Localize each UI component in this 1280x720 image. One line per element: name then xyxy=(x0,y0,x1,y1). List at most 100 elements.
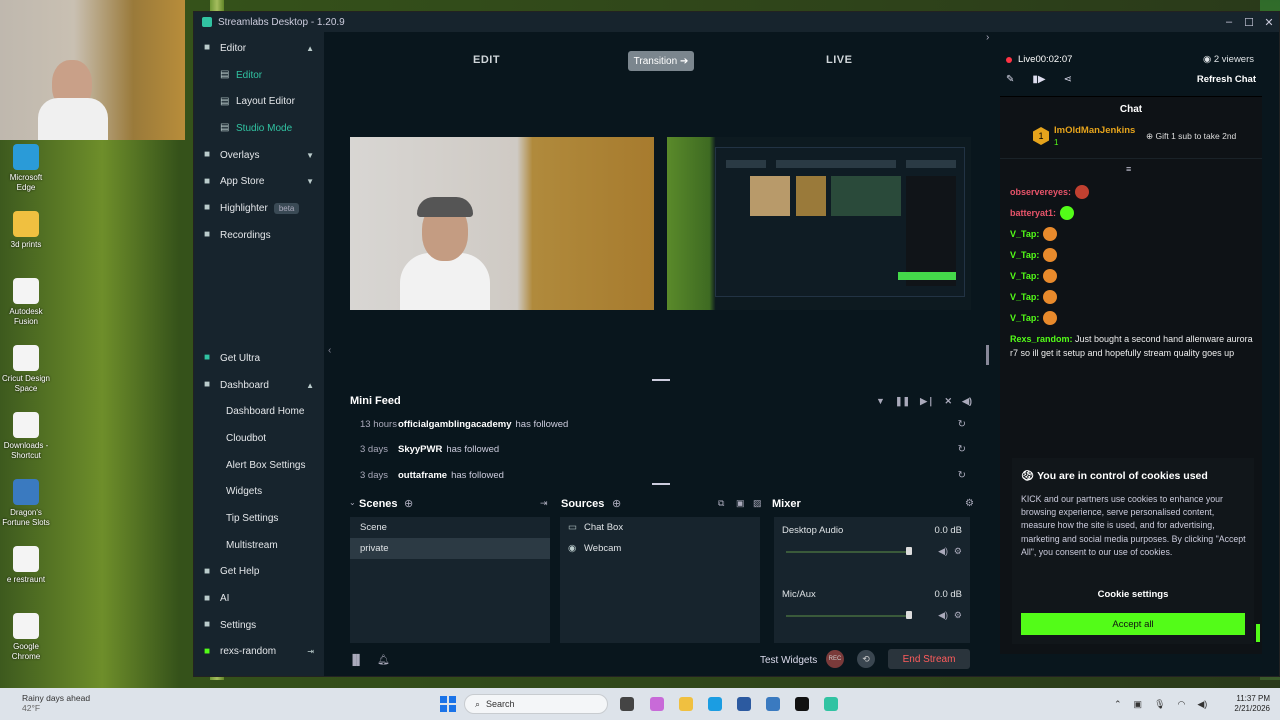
desktop-icon[interactable]: Google Chrome xyxy=(0,609,52,675)
share-icon[interactable]: ⋖ xyxy=(1064,74,1072,85)
repeat-alert-icon[interactable]: ↻ xyxy=(958,444,966,455)
add-source-icon[interactable]: ⊕ xyxy=(612,497,621,510)
sidebar-item[interactable]: ■ Settings xyxy=(194,612,324,639)
skip-icon[interactable]: ▶❘ xyxy=(920,396,934,407)
scene-transitions-icon[interactable]: ⇥ xyxy=(540,498,548,509)
test-widgets-button[interactable]: Test Widgets xyxy=(760,655,817,666)
sidebar-item[interactable]: Alert Box Settings xyxy=(194,452,324,479)
edit-stream-info-icon[interactable]: ✎ xyxy=(1006,74,1014,85)
cookie-settings-button[interactable]: Cookie settings xyxy=(1021,585,1245,603)
record-button[interactable]: REC xyxy=(826,650,844,668)
task-view-icon[interactable] xyxy=(620,697,634,711)
gift-sub-text[interactable]: ⊕ Gift 1 sub to take 2nd xyxy=(1146,131,1236,142)
streamlabs-taskbar-icon[interactable] xyxy=(824,697,838,711)
image-source-icon[interactable]: ▨ xyxy=(753,498,762,509)
tray-app-icon[interactable]: ▣ xyxy=(1134,699,1143,710)
sidebar-item[interactable]: ■ Recordings xyxy=(194,222,324,249)
sidebar-item[interactable]: ▤ Studio Mode xyxy=(194,115,324,142)
source-item[interactable]: ▭ Chat Box xyxy=(560,517,760,538)
edge-icon[interactable] xyxy=(708,697,722,711)
file-explorer-icon[interactable] xyxy=(679,697,693,711)
chevron-icon[interactable]: ▲ xyxy=(306,44,314,53)
sidebar-item[interactable]: ■ Overlays ▼ xyxy=(194,142,324,169)
volume-slider-knob[interactable] xyxy=(906,611,912,619)
store-icon[interactable] xyxy=(737,697,751,711)
replay-buffer-button[interactable]: ⟲ xyxy=(857,650,875,668)
repeat-alert-icon[interactable]: ↻ xyxy=(958,419,966,430)
maximize-button[interactable]: ☐ xyxy=(1239,16,1259,29)
wifi-icon[interactable]: ◠ xyxy=(1178,699,1186,710)
logout-icon[interactable]: ⇥ xyxy=(307,647,314,656)
desktop-icon[interactable]: Microsoft Edge xyxy=(0,140,52,206)
chevron-icon[interactable]: ▲ xyxy=(306,381,314,390)
desktop-icon[interactable]: e restraunt xyxy=(0,542,52,608)
pause-icon[interactable]: ❚❚ xyxy=(895,396,910,407)
live-preview[interactable] xyxy=(667,137,971,310)
folder-icon[interactable]: ▣ xyxy=(736,498,745,509)
clock[interactable]: 11:37 PM 2/21/2026 xyxy=(1234,694,1270,714)
desktop-icon[interactable]: Dragon's Fortune Slots xyxy=(0,475,52,541)
chat-user[interactable]: V_Tap xyxy=(1010,292,1036,302)
repeat-alert-icon[interactable]: ↻ xyxy=(958,470,966,481)
collapse-live-dock-icon[interactable]: › xyxy=(986,32,989,43)
expand-leaderboard-icon[interactable]: ≡ xyxy=(1126,164,1131,174)
scene-item[interactable]: private xyxy=(350,538,550,559)
sidebar-item[interactable]: ■ Get Ultra xyxy=(194,345,324,372)
chevron-icon[interactable]: ▼ xyxy=(306,151,314,160)
group-icon[interactable]: ⧉ xyxy=(718,498,724,509)
sidebar-item[interactable]: ■ Highlighter beta xyxy=(194,195,324,222)
start-button[interactable] xyxy=(440,696,456,712)
chat-user[interactable]: batteryat1 xyxy=(1010,208,1053,218)
chat-user[interactable]: V_Tap xyxy=(1010,250,1036,260)
sidebar-item[interactable]: ■ Editor ▲ xyxy=(194,35,324,62)
sidebar-item[interactable]: Tip Settings xyxy=(194,505,324,532)
stats-icon[interactable]: ▐▌ xyxy=(349,655,363,666)
x-app-icon[interactable] xyxy=(795,697,809,711)
desktop-icon[interactable]: Cricut Design Space xyxy=(0,341,52,407)
transition-button[interactable]: Transition ➔ xyxy=(628,51,694,71)
channel-settings-icon[interactable]: ⚙ xyxy=(954,610,962,621)
volume-icon[interactable]: ◀) xyxy=(962,396,972,407)
sidebar-item[interactable]: ■ Get Help xyxy=(194,559,324,586)
chat-user[interactable]: V_Tap xyxy=(1010,271,1036,281)
chat-send-tab[interactable] xyxy=(1256,624,1260,642)
mute-icon[interactable]: ◀) xyxy=(938,610,948,621)
sidebar-item[interactable]: ▤ Editor xyxy=(194,62,324,89)
mixer-settings-icon[interactable]: ⚙ xyxy=(965,498,974,509)
sidebar-item[interactable]: ■ Dashboard ▲ xyxy=(194,372,324,399)
sidebar-item[interactable]: ▤ Layout Editor xyxy=(194,88,324,115)
chat-user[interactable]: V_Tap xyxy=(1010,229,1036,239)
taskbar-search[interactable]: ⌕ Search xyxy=(464,694,608,714)
refresh-chat-button[interactable]: Refresh Chat xyxy=(1197,74,1256,85)
sidebar-item[interactable]: Multistream xyxy=(194,532,324,559)
channel-settings-icon[interactable]: ⚙ xyxy=(954,546,962,557)
sidebar-item[interactable]: Dashboard Home xyxy=(194,398,324,425)
edit-preview[interactable] xyxy=(350,137,654,310)
sidebar-item[interactable]: ■ App Store ▼ xyxy=(194,168,324,195)
resize-handle[interactable] xyxy=(652,483,670,485)
tray-overflow-icon[interactable]: ⌃ xyxy=(1114,699,1122,710)
chevron-icon[interactable]: ▼ xyxy=(306,177,314,186)
desktop-icon[interactable]: 3d prints xyxy=(0,207,52,273)
sidebar-item[interactable]: Widgets xyxy=(194,478,324,505)
pinned-gift-banner[interactable]: 1 ImOldManJenkins 1 ⊕ Gift 1 sub to take… xyxy=(1000,121,1262,159)
chat-user[interactable]: Rexs_random xyxy=(1010,334,1070,344)
minimize-button[interactable]: – xyxy=(1219,16,1239,29)
desktop-icon[interactable]: Autodesk Fusion xyxy=(0,274,52,340)
preview-scrollbar[interactable] xyxy=(986,345,989,365)
speaker-icon[interactable]: ◀) xyxy=(1197,699,1207,710)
notifications-icon[interactable]: 🔔︎ xyxy=(377,655,390,666)
close-button[interactable]: ✕ xyxy=(1259,16,1279,29)
sidebar-item[interactable]: ■ rexs-random ⇥ xyxy=(194,639,324,666)
weather-widget[interactable]: Rainy days ahead 42°F xyxy=(22,693,90,713)
chat-user[interactable]: V_Tap xyxy=(1010,313,1036,323)
volume-slider-knob[interactable] xyxy=(906,547,912,555)
end-stream-button[interactable]: End Stream xyxy=(888,649,970,669)
sidebar-item[interactable]: Cloudbot xyxy=(194,425,324,452)
open-dashboard-icon[interactable]: ▮▶ xyxy=(1032,74,1045,85)
copilot-icon[interactable] xyxy=(650,697,664,711)
resize-handle[interactable] xyxy=(652,379,670,381)
sidebar-item[interactable]: ■ AI xyxy=(194,585,324,612)
microphone-icon[interactable]: 🎙︎ xyxy=(1154,699,1165,710)
desktop-icon[interactable]: Downloads - Shortcut xyxy=(0,408,52,474)
